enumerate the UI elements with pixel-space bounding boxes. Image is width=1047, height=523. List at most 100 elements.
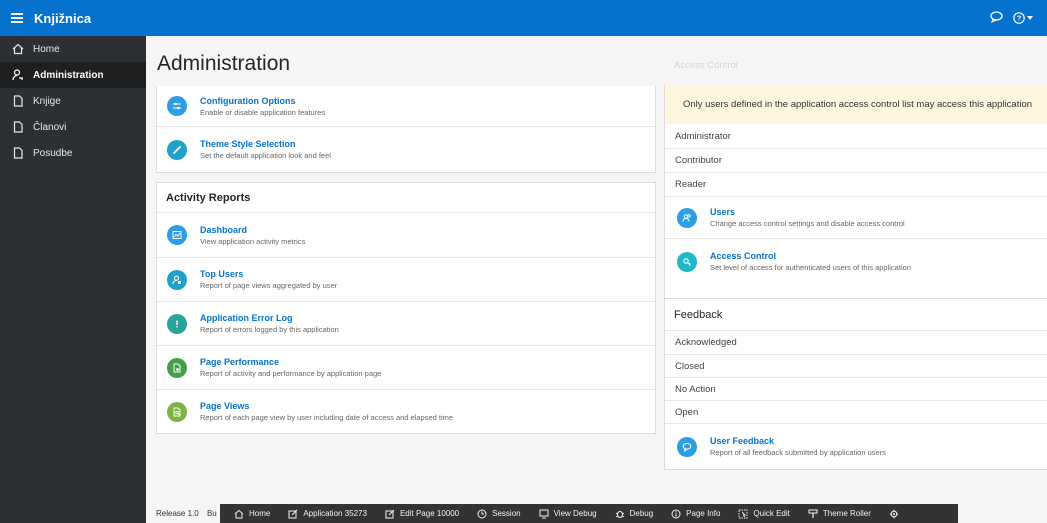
list-item[interactable]: Application Error Log Report of errors l… <box>157 301 655 345</box>
devbar-label: Theme Roller <box>822 509 871 518</box>
devbar-quick-edit[interactable]: Quick Edit <box>738 509 790 519</box>
list-item[interactable]: Page Views Report of each page view by u… <box>157 389 655 433</box>
clock-icon <box>477 509 487 518</box>
user-key-icon <box>12 69 24 81</box>
devbar-edit-page[interactable]: Edit Page 10000 <box>385 509 459 519</box>
devbar-label: Debug <box>629 509 654 518</box>
list-item[interactable]: Dashboard View application activity metr… <box>157 213 655 257</box>
devbar-label: Home <box>249 509 271 518</box>
item-description: Change access control settings and disab… <box>710 219 905 228</box>
sidebar-item-label: Posudbe <box>33 147 73 159</box>
item-description: View application activity metrics <box>200 236 306 246</box>
developer-toolbar: Home Application 35273 Edit Page 10000 S… <box>220 504 958 523</box>
panel-title: Feedback <box>665 299 1047 331</box>
item-description: Report of all feedback submitted by appl… <box>710 448 886 457</box>
sidebar-item-label: Administration <box>33 69 104 81</box>
exclamation-icon <box>167 313 187 334</box>
sidebar-item-label: Članovi <box>33 121 67 133</box>
bug-icon <box>615 510 624 518</box>
devbar-application[interactable]: Application 35273 <box>288 509 367 519</box>
home-icon <box>234 509 244 518</box>
devbar-label: View Debug <box>553 509 597 518</box>
sidebar-item-clanovi[interactable]: Članovi <box>0 114 146 140</box>
theme-style-selection-link[interactable]: Theme Style Selection <box>200 139 331 149</box>
status-item: Open <box>665 400 1047 423</box>
sliders-icon <box>167 96 187 116</box>
speech-bubble-icon[interactable] <box>990 10 1003 26</box>
debug-view-icon <box>539 509 549 518</box>
item-description: Report of page views aggregated by user <box>200 281 338 290</box>
sidebar-item-administration[interactable]: Administration <box>0 62 146 88</box>
sidebar-item-knjige[interactable]: Knjige <box>0 88 146 114</box>
chevron-down-icon <box>1027 16 1033 20</box>
devbar-theme-roller[interactable]: Theme Roller <box>808 509 871 519</box>
item-description: Report of each page view by user includi… <box>200 413 454 422</box>
brush-icon <box>167 139 187 160</box>
top-navigation-bar: Knjižnica ? <box>0 0 1047 36</box>
settings-panel: Configuration Options Enable or disable … <box>156 86 656 173</box>
page-icon <box>12 95 24 107</box>
roller-icon <box>808 509 818 518</box>
activity-reports-panel: Activity Reports Dashboard View applicat… <box>156 182 656 434</box>
item-description: Enable or disable application features <box>200 107 326 117</box>
sidebar-item-posudbe[interactable]: Posudbe <box>0 140 146 166</box>
devbar-settings[interactable] <box>889 509 899 519</box>
info-icon <box>671 509 681 518</box>
users-icon <box>677 207 697 228</box>
devbar-view-debug[interactable]: View Debug <box>539 509 597 519</box>
top-users-link[interactable]: Top Users <box>200 269 337 279</box>
item-description: Set level of access for authenticated us… <box>710 263 911 272</box>
page-performance-link[interactable]: Page Performance <box>200 357 381 367</box>
status-item: Acknowledged <box>675 337 737 348</box>
sidebar-item-home[interactable]: Home <box>0 36 146 62</box>
help-icon[interactable]: ? <box>1013 12 1033 24</box>
hamburger-icon[interactable] <box>0 0 34 36</box>
devbar-label: Page Info <box>686 509 721 518</box>
user-feedback-link[interactable]: User Feedback <box>710 436 886 446</box>
feedback-panel: Feedback Acknowledged Closed No Action O… <box>664 298 1047 470</box>
list-item[interactable]: Page Performance Report of activity and … <box>157 345 655 389</box>
dashboard-link[interactable]: Dashboard <box>200 225 305 235</box>
home-icon <box>12 43 24 55</box>
sidebar-item-label: Knjige <box>33 95 61 107</box>
devbar-home[interactable]: Home <box>234 509 270 519</box>
svg-text:?: ? <box>1017 14 1022 23</box>
devbar-label: Quick Edit <box>753 509 790 518</box>
item-description: Report of activity and performance by ap… <box>200 369 382 378</box>
list-item[interactable]: Top Users Report of page views aggregate… <box>157 257 655 301</box>
cursor-icon <box>738 509 748 518</box>
users-link[interactable]: Users <box>710 207 905 217</box>
list-item[interactable]: Access Control Set level of access for a… <box>665 238 1047 284</box>
status-item: No Action <box>665 377 1047 400</box>
user-icon <box>167 269 187 290</box>
page-views-link[interactable]: Page Views <box>200 401 453 411</box>
footer-release: Release 1.0 Bu <box>156 509 217 518</box>
configuration-options-link[interactable]: Configuration Options <box>200 96 325 106</box>
role-item: Reader <box>665 172 1047 196</box>
application-error-log-link[interactable]: Application Error Log <box>200 313 339 323</box>
page-icon <box>12 121 24 133</box>
header-actions: ? <box>990 0 1033 36</box>
access-control-panel: Only users defined in the application ac… <box>664 85 1047 325</box>
gear-icon <box>889 509 899 518</box>
item-description: Report of errors logged by this applicat… <box>200 325 339 334</box>
devbar-session[interactable]: Session <box>477 509 521 519</box>
sidebar: Home Administration Knjige Članovi Posud… <box>0 36 146 523</box>
devbar-page-info[interactable]: Page Info <box>671 509 720 519</box>
list-item[interactable]: Theme Style Selection Set the default ap… <box>157 126 655 172</box>
page-icon <box>12 147 24 159</box>
access-control-title: Access Control <box>674 60 738 71</box>
role-item: Administrator <box>675 130 731 142</box>
list-item[interactable]: User Feedback Report of all feedback sub… <box>665 423 1047 469</box>
devbar-debug[interactable]: Debug <box>615 509 654 519</box>
main-content: Administration Configuration Options Ena… <box>146 36 1047 523</box>
list-item[interactable]: Configuration Options Enable or disable … <box>157 86 655 126</box>
release-label: Release 1.0 <box>156 509 199 518</box>
edit-icon <box>385 509 395 518</box>
access-control-link[interactable]: Access Control <box>710 251 911 261</box>
status-item: Closed <box>665 354 1047 377</box>
app-title[interactable]: Knjižnica <box>34 11 91 26</box>
chart-icon <box>167 225 187 245</box>
page-gear-icon <box>167 357 187 378</box>
list-item[interactable]: Users Change access control settings and… <box>665 196 1047 238</box>
